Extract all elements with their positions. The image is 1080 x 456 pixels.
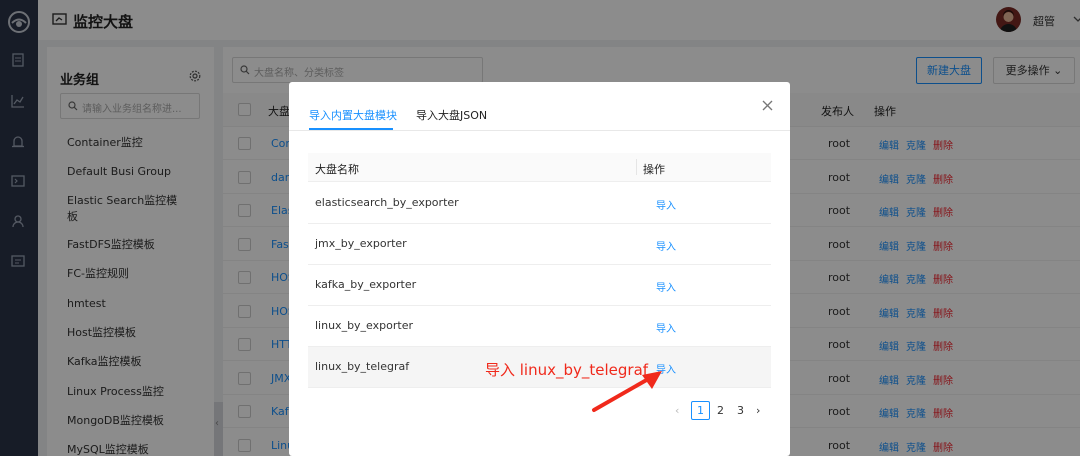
page-1[interactable]: 1 xyxy=(691,401,710,420)
import-link[interactable]: 导入 xyxy=(656,238,676,253)
column-dashboard-name: 大盘名称 xyxy=(315,163,359,176)
import-link[interactable]: 导入 xyxy=(656,197,676,212)
dashboard-name: jmx_by_exporter xyxy=(315,237,407,250)
dashboard-name: linux_by_exporter xyxy=(315,319,413,332)
column-action: 操作 xyxy=(643,163,665,176)
column-divider xyxy=(636,159,637,175)
dashboard-name: kafka_by_exporter xyxy=(315,278,417,291)
prev-page-icon[interactable]: ‹ xyxy=(675,404,679,417)
import-link[interactable]: 导入 xyxy=(656,320,676,335)
dashboard-name: elasticsearch_by_exporter xyxy=(315,196,459,209)
annotation-arrow-icon xyxy=(592,371,662,412)
page-2[interactable]: 2 xyxy=(717,404,724,417)
table-row: linux_by_exporter 导入 xyxy=(308,306,771,347)
close-icon[interactable] xyxy=(762,100,773,111)
import-dashboard-modal: 导入内置大盘模块 导入大盘JSON 大盘名称 操作 elasticsearch_… xyxy=(289,82,790,456)
modal-table-header: 大盘名称 操作 xyxy=(308,153,771,182)
page-3[interactable]: 3 xyxy=(737,404,744,417)
next-page-icon[interactable]: › xyxy=(756,404,760,417)
tab-builtin-modules[interactable]: 导入内置大盘模块 xyxy=(309,107,397,123)
dashboard-name: linux_by_telegraf xyxy=(315,360,410,373)
table-row: kafka_by_exporter 导入 xyxy=(308,265,771,306)
table-row: jmx_by_exporter 导入 xyxy=(308,224,771,265)
import-link[interactable]: 导入 xyxy=(656,279,676,294)
tab-divider xyxy=(289,130,790,131)
tab-import-json[interactable]: 导入大盘JSON xyxy=(416,107,487,123)
table-row: elasticsearch_by_exporter 导入 xyxy=(308,183,771,224)
